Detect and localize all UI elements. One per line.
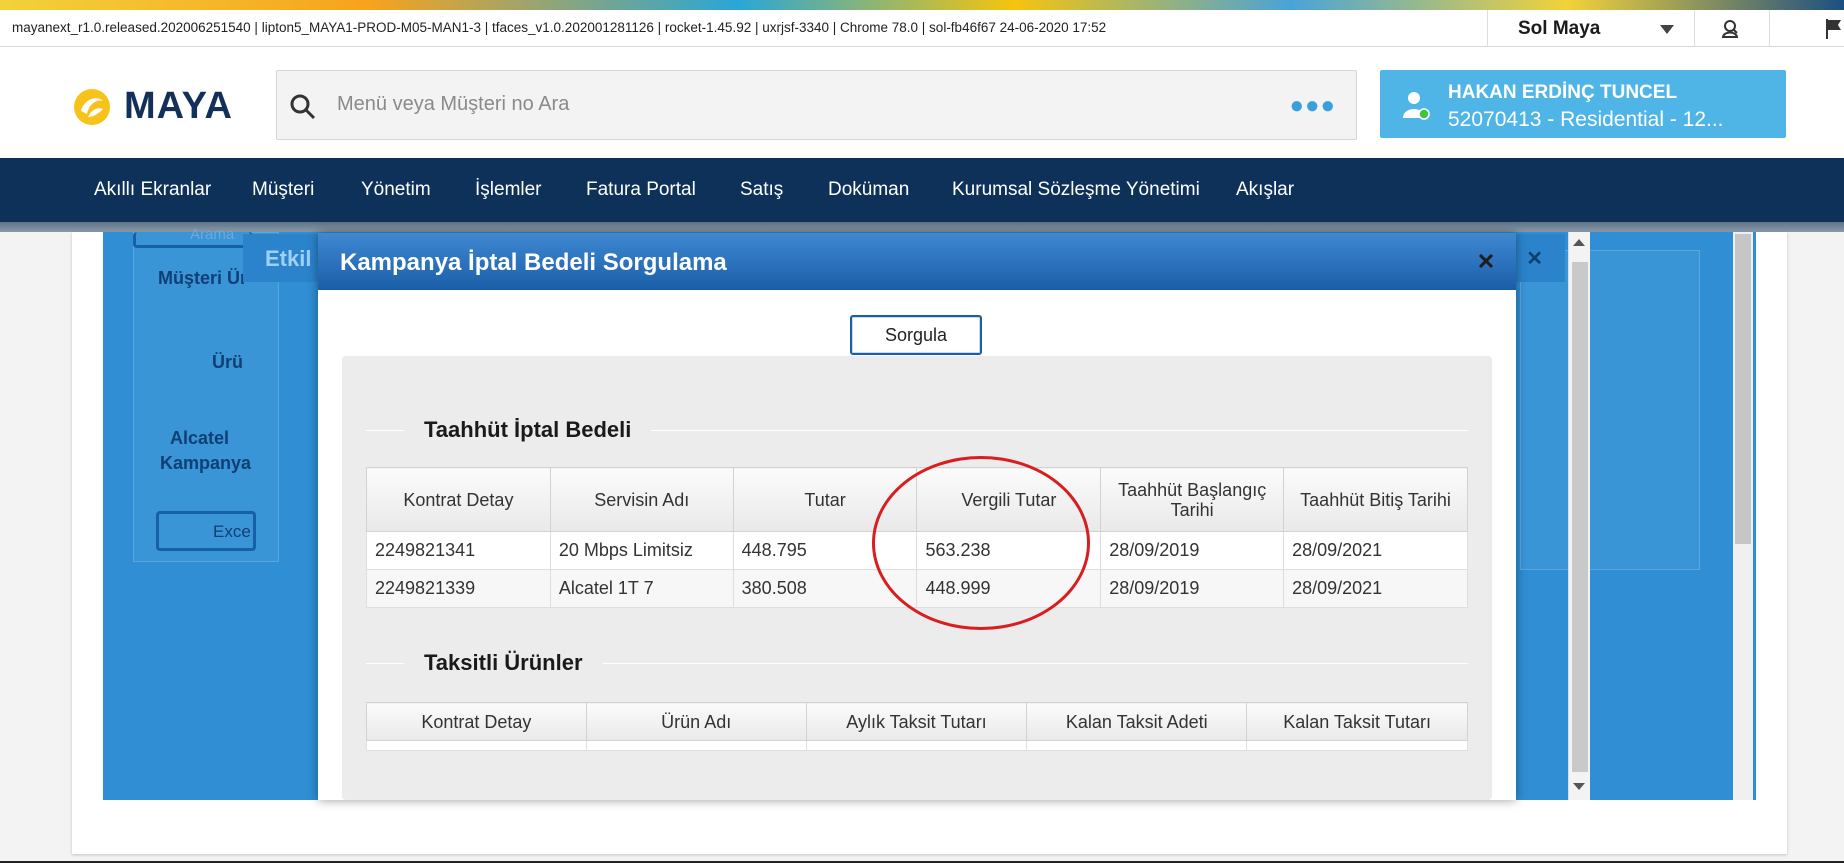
nav-item-kurumsal-sozlesme[interactable]: Kurumsal Sözleşme Yönetimi <box>952 158 1200 222</box>
customer-card[interactable]: HAKAN ERDİNÇ TUNCEL 52070413 - Residenti… <box>1380 70 1786 138</box>
customer-name: HAKAN ERDİNÇ TUNCEL <box>1448 82 1678 103</box>
table-cell: 2249821339 <box>366 569 551 608</box>
bg-dialog-scrollbar[interactable] <box>1568 232 1590 800</box>
page-scrollbar[interactable] <box>1733 232 1753 800</box>
column-header[interactable]: Kalan Taksit Adeti <box>1026 702 1248 741</box>
scroll-thumb[interactable] <box>1572 262 1588 772</box>
nav-item-fatura-portal[interactable]: Fatura Portal <box>586 158 696 222</box>
user-search-button[interactable] <box>1694 10 1769 47</box>
table-header-row: Kontrat Detay Ürün Adı Aylık Taksit Tuta… <box>366 702 1468 741</box>
flag-button[interactable] <box>1769 10 1844 47</box>
bg-urun: Ürü <box>212 352 243 372</box>
bg-kampanya: Kampanya <box>160 453 252 473</box>
nav-item-akislar[interactable]: Akışlar <box>1236 158 1294 222</box>
dialog-title-bar: Kampanya İptal Bedeli Sorgulama <box>318 233 1516 290</box>
table-cell: Alcatel 1T 7 <box>549 569 734 608</box>
highlight-circle <box>872 456 1090 630</box>
nav-item-akilli-ekranlar[interactable]: Akıllı Ekranlar <box>94 158 211 222</box>
version-info: mayanext_r1.0.released.202006251540 | li… <box>12 20 1107 35</box>
table-cell: 28/09/2019 <box>1100 569 1285 608</box>
column-header[interactable]: Kalan Taksit Tutarı <box>1246 702 1468 741</box>
column-header[interactable]: Aylık Taksit Tutarı <box>805 702 1028 741</box>
maya-logo-icon <box>74 88 110 125</box>
info-bar: mayanext_r1.0.released.202006251540 | li… <box>0 10 1844 47</box>
nav-item-dokuman[interactable]: Doküman <box>828 158 909 222</box>
table-cell <box>1246 740 1468 751</box>
table-row <box>366 740 1468 751</box>
table-cell <box>585 740 807 751</box>
search-icon <box>290 94 316 120</box>
close-icon: ✕ <box>1526 248 1543 270</box>
nav-item-yonetim[interactable]: Yönetim <box>361 158 431 222</box>
user-select[interactable]: Sol Maya <box>1487 10 1694 47</box>
bg-alcatel: Alcatel <box>170 428 230 448</box>
column-header[interactable]: Kontrat Detay <box>366 702 587 741</box>
header: MAYA Menü veya Müşteri no Ara ●●● HAKAN … <box>0 47 1844 158</box>
column-header[interactable]: Taahhüt Bitiş Tarihi <box>1283 467 1468 532</box>
nav-item-satis[interactable]: Satış <box>740 158 783 222</box>
column-header[interactable]: Kontrat Detay <box>366 467 551 532</box>
chevron-down-icon <box>1660 25 1674 34</box>
close-icon[interactable] <box>1478 253 1494 269</box>
nav-item-musteri[interactable]: Müşteri <box>252 158 314 222</box>
brand-stripe <box>0 0 1844 10</box>
user-search-icon <box>1721 20 1739 38</box>
table-cell: 28/09/2019 <box>1100 531 1285 570</box>
dialog-title: Kampanya İptal Bedeli Sorgulama <box>340 249 727 276</box>
bg-excel-button: Exce <box>156 511 256 551</box>
query-button[interactable]: Sorgula <box>850 315 982 355</box>
column-header[interactable]: Taahhüt Başlangıç Tarihi <box>1100 467 1285 532</box>
column-header[interactable]: Ürün Adı <box>585 702 807 741</box>
scroll-down-arrow-icon[interactable] <box>1572 782 1586 792</box>
search-input[interactable]: Menü veya Müşteri no Ara ●●● <box>276 70 1357 140</box>
table-cell <box>366 740 587 751</box>
customer-info: 52070413 - Residential - 12... <box>1448 108 1724 131</box>
bg-musteri-urun: Müşteri Ür <box>158 268 248 288</box>
nav-shadow <box>0 222 1844 232</box>
customer-avatar-icon <box>1403 92 1430 120</box>
flag-icon <box>1826 19 1841 39</box>
main-nav: Akıllı Ekranlar Müşteri Yönetim İşlemler… <box>0 158 1844 222</box>
bg-search-box: Arama <box>133 226 253 248</box>
table-cell: 20 Mbps Limitsiz <box>549 531 734 570</box>
section-title-installment-products: Taksitli Ürünler <box>404 650 603 676</box>
column-header[interactable]: Servisin Adı <box>549 467 734 532</box>
installment-products-table: Kontrat Detay Ürün Adı Aylık Taksit Tuta… <box>366 702 1468 751</box>
table-cell: 2249821341 <box>366 531 551 570</box>
table-cell <box>1026 740 1248 751</box>
user-select-value: Sol Maya <box>1518 18 1601 39</box>
logo[interactable]: MAYA <box>72 85 233 128</box>
table-cell <box>805 740 1028 751</box>
more-options-icon[interactable]: ●●● <box>1290 94 1337 118</box>
bg-right-panel <box>1520 250 1700 570</box>
table-cell: 28/09/2021 <box>1283 569 1468 608</box>
page-scroll-thumb[interactable] <box>1735 234 1751 544</box>
section-title-commitment-fee: Taahhüt İptal Bedeli <box>404 417 652 443</box>
table-cell: 28/09/2021 <box>1283 531 1468 570</box>
scroll-up-arrow-icon[interactable] <box>1572 237 1586 247</box>
nav-item-islemler[interactable]: İşlemler <box>475 158 542 222</box>
logo-text: MAYA <box>124 85 233 127</box>
search-placeholder: Menü veya Müşteri no Ara <box>337 93 570 115</box>
